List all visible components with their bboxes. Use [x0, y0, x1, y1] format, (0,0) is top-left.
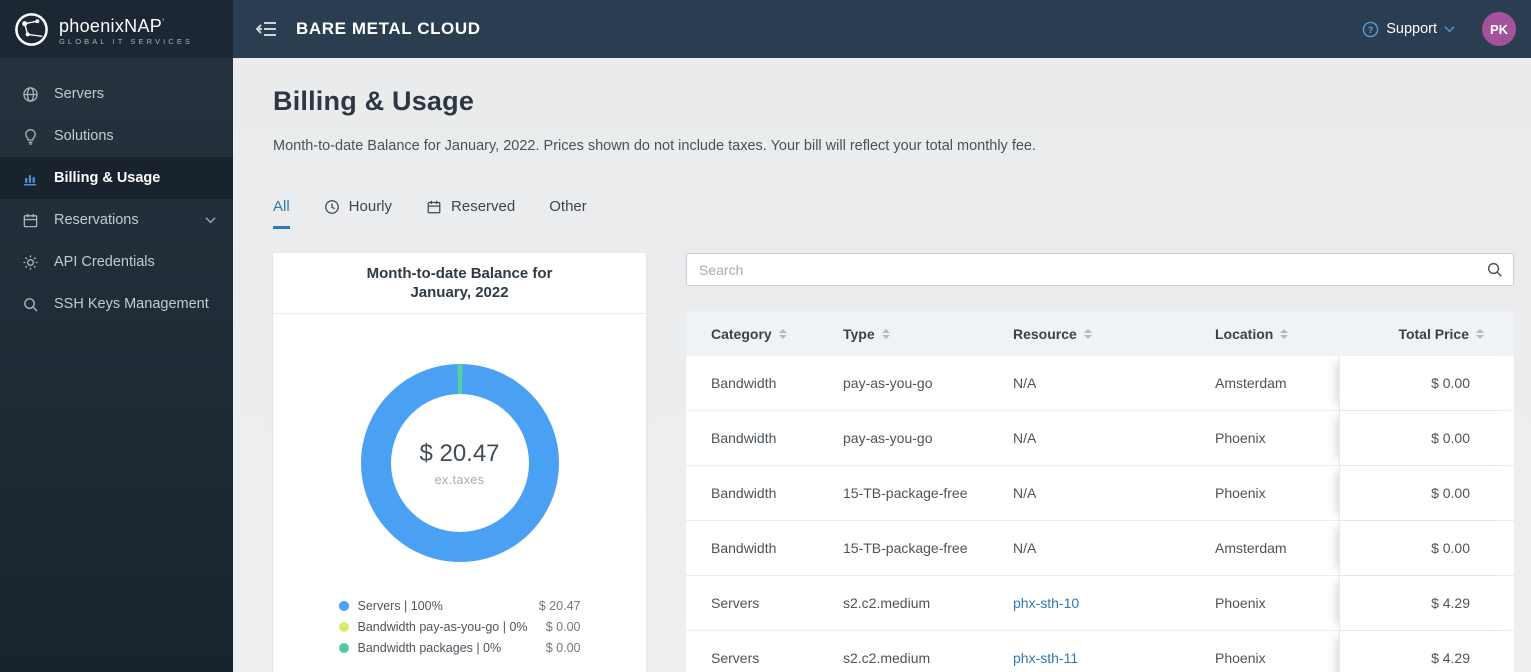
- sidebar-item-api-credentials[interactable]: API Credentials: [0, 241, 233, 283]
- brand-tagline: GLOBAL IT SERVICES: [59, 36, 194, 46]
- sort-icon[interactable]: [1083, 328, 1092, 339]
- total-price-cell: $ 4.29: [1339, 576, 1514, 630]
- tab-other[interactable]: Other: [549, 198, 587, 229]
- sidebar-item-label: Servers: [54, 86, 104, 102]
- table-row: Bandwidth pay-as-you-go N/A Amsterdam $ …: [686, 356, 1514, 411]
- total-price-cell: $ 4.29: [1339, 631, 1514, 672]
- chevron-down-icon: [205, 216, 216, 224]
- avatar[interactable]: PK: [1482, 12, 1516, 46]
- calendar-icon: [426, 199, 442, 215]
- support-menu[interactable]: ? Support: [1362, 21, 1455, 38]
- sidebar-item-label: Billing & Usage: [54, 170, 161, 186]
- chart-legend: Servers | 100% $ 20.47 Bandwidth pay-as-…: [338, 599, 581, 662]
- legend-item-bandwidth-payg: Bandwidth pay-as-you-go | 0% $ 0.00: [338, 620, 581, 634]
- sidebar-item-ssh-keys[interactable]: SSH Keys Management: [0, 283, 233, 325]
- table-row: Bandwidth pay-as-you-go N/A Phoenix $ 0.…: [686, 411, 1514, 466]
- sort-icon[interactable]: [778, 328, 787, 339]
- page-title: Billing & Usage: [273, 86, 475, 116]
- column-header-location[interactable]: Location: [1190, 311, 1339, 356]
- sidebar-item-label: API Credentials: [54, 254, 155, 270]
- servers-icon: [21, 86, 39, 103]
- column-header-category[interactable]: Category: [686, 311, 818, 356]
- table-header-row: Category Type Resource Location Total Pr…: [686, 311, 1514, 356]
- gear-icon: [21, 254, 39, 271]
- resource-link[interactable]: phx-sth-11: [1013, 650, 1078, 666]
- tab-all[interactable]: All: [273, 198, 290, 229]
- page-subtitle: Month-to-date Balance for January, 2022.…: [273, 138, 1037, 154]
- sidebar: Servers Solutions Billing & Usage Reserv…: [0, 58, 233, 672]
- legend-dot: [338, 601, 349, 611]
- topbar: phoenixNAP’ GLOBAL IT SERVICES BARE META…: [0, 0, 1531, 58]
- balance-card: Month-to-date Balance for January, 2022 …: [273, 253, 646, 672]
- balance-card-title: Month-to-date Balance for January, 2022: [273, 253, 646, 314]
- support-label: Support: [1386, 21, 1437, 37]
- sort-icon[interactable]: [1476, 328, 1484, 339]
- legend-item-servers: Servers | 100% $ 20.47: [338, 599, 581, 613]
- donut-chart: $ 20.47 ex.taxes: [360, 364, 559, 562]
- bar-chart-icon: [21, 170, 39, 187]
- app-title: BARE METAL CLOUD: [296, 19, 481, 38]
- svg-text:?: ?: [1368, 24, 1374, 35]
- table-row: Bandwidth 15-TB-package-free N/A Amsterd…: [686, 521, 1514, 576]
- balance-amount: $ 20.47: [419, 439, 500, 467]
- brand-name: phoenixNAP’: [59, 15, 165, 36]
- column-header-total-price[interactable]: Total Price: [1339, 311, 1514, 356]
- table-row: Servers s2.c2.medium phx-sth-10 Phoenix …: [686, 576, 1514, 631]
- legend-item-bandwidth-packages: Bandwidth packages | 0% $ 0.00: [338, 641, 581, 655]
- resource-link[interactable]: phx-sth-10: [1013, 595, 1079, 611]
- lightbulb-icon: [21, 128, 39, 145]
- sidebar-item-servers[interactable]: Servers: [0, 73, 233, 115]
- sidebar-item-solutions[interactable]: Solutions: [0, 115, 233, 157]
- billing-table-panel: Category Type Resource Location: [686, 253, 1514, 672]
- legend-dot: [338, 622, 349, 632]
- total-price-cell: $ 0.00: [1339, 411, 1514, 465]
- sort-icon[interactable]: [881, 328, 890, 339]
- clock-icon: [324, 199, 340, 215]
- tab-reserved[interactable]: Reserved: [426, 198, 515, 229]
- globe-icon: [15, 12, 48, 46]
- sidebar-item-billing-usage[interactable]: Billing & Usage: [0, 157, 233, 199]
- sidebar-item-label: SSH Keys Management: [54, 296, 209, 312]
- main-content: Billing & Usage Month-to-date Balance fo…: [233, 58, 1531, 672]
- sidebar-item-label: Solutions: [54, 128, 114, 144]
- brand-logo[interactable]: phoenixNAP’ GLOBAL IT SERVICES: [0, 0, 233, 58]
- billing-table: Category Type Resource Location Total Pr…: [686, 311, 1514, 672]
- sidebar-item-reservations[interactable]: Reservations: [0, 199, 233, 241]
- total-price-cell: $ 0.00: [1339, 356, 1514, 410]
- tab-hourly[interactable]: Hourly: [324, 198, 392, 229]
- legend-dot: [338, 643, 349, 653]
- column-header-type[interactable]: Type: [818, 311, 988, 356]
- sort-icon[interactable]: [1280, 328, 1289, 339]
- help-circle-icon: ?: [1362, 21, 1379, 37]
- balance-caption: ex.taxes: [434, 472, 485, 487]
- search-icon[interactable]: [1486, 261, 1503, 278]
- tab-bar: All Hourly Reserved Other: [273, 198, 1514, 229]
- magnifier-icon: [21, 296, 39, 313]
- calendar-icon: [21, 212, 39, 229]
- search-input[interactable]: [686, 253, 1514, 286]
- total-price-cell: $ 0.00: [1339, 521, 1514, 575]
- chevron-down-icon: [1444, 26, 1455, 33]
- sidebar-collapse-icon[interactable]: [255, 21, 277, 37]
- table-row: Servers s2.c2.medium phx-sth-11 Phoenix …: [686, 631, 1514, 672]
- total-price-cell: $ 0.00: [1339, 466, 1514, 520]
- column-header-resource[interactable]: Resource: [988, 311, 1190, 356]
- table-row: Bandwidth 15-TB-package-free N/A Phoenix…: [686, 466, 1514, 521]
- sidebar-item-label: Reservations: [54, 212, 139, 228]
